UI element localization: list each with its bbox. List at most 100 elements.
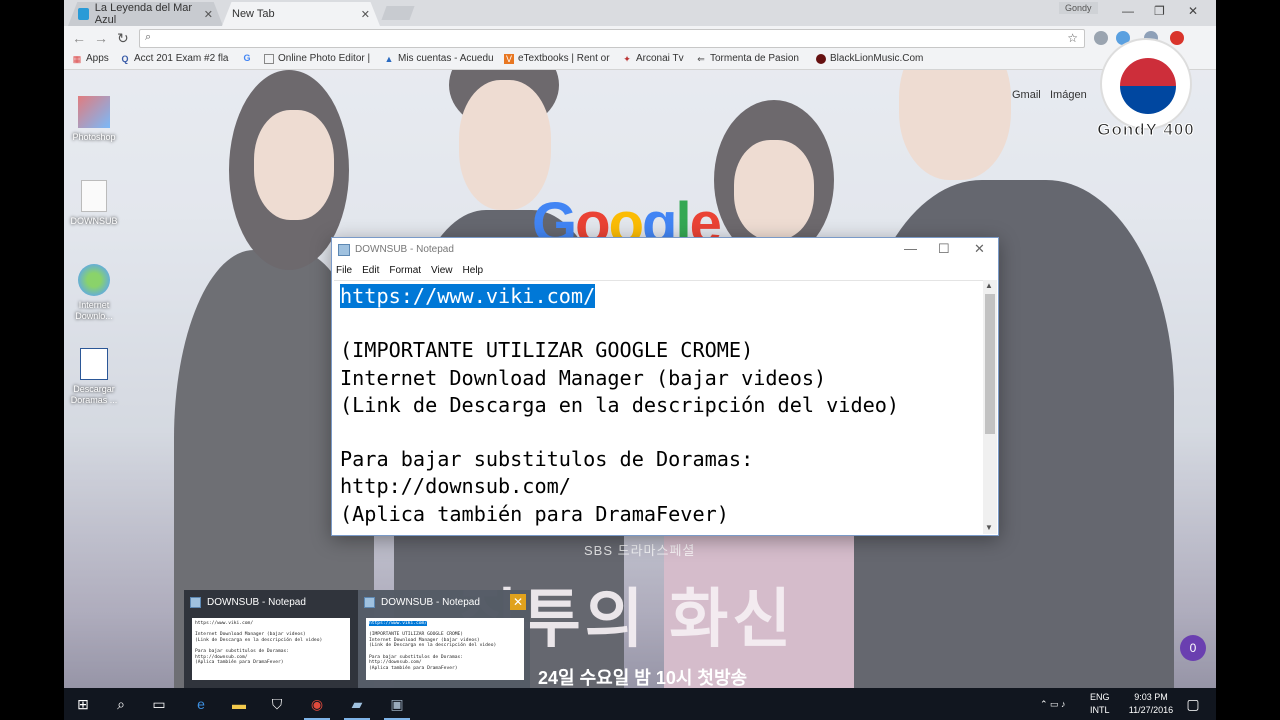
forward-icon[interactable]: → [94,30,108,46]
desktop-icon-downsub[interactable]: DOWNSUB [64,180,124,227]
arrow-icon: ⇐ [697,53,705,64]
bookmark-google[interactable]: G [242,53,256,63]
preview-content: https://www.viki.com/ (IMPORTANTE UTILIZ… [366,618,524,680]
vertical-scrollbar[interactable]: ▲ ▼ [983,280,997,534]
bookmark-star-icon[interactable]: ☆ [1067,31,1078,45]
edge-icon[interactable]: e [182,688,220,720]
input-language[interactable]: ENG INTL [1090,691,1110,717]
notepad-icon [190,596,201,608]
minimize-icon[interactable]: — [1122,4,1134,18]
task-view-icon[interactable]: ▭ [140,688,178,720]
close-icon[interactable]: ✕ [1188,4,1198,18]
notepad-titlebar[interactable]: DOWNSUB - Notepad [332,238,998,261]
tv-icon: ✦ [623,53,631,64]
close-icon[interactable]: ✕ [510,594,526,610]
word-doc-icon [80,348,108,380]
bookmark-etextbooks[interactable]: VeTextbooks | Rent or [504,53,610,64]
notification-badge[interactable]: 0 [1180,635,1206,661]
task-preview-active[interactable]: DOWNSUB - Notepad ✕ https://www.viki.com… [358,590,530,688]
notepad-icon [364,596,375,608]
tab-label: New Tab [232,8,275,20]
desktop-icon-descargar[interactable]: Descargar Doramas ... [64,348,124,406]
scroll-up-icon[interactable]: ▲ [985,281,993,290]
bookmark-tormenta[interactable]: ⇐ Tormenta de Pasion [696,53,799,64]
profile-chip[interactable]: Gondy [1059,2,1098,14]
reload-icon[interactable]: ↻ [117,30,129,47]
start-icon[interactable]: ⊞ [64,688,102,720]
windows-taskbar: ⊞ ⌕ ▭ e ▬ ⛉ ◉ ▰ ▣ ⌃ ▭ ♪ ENG INTL 9:03 PM… [64,688,1216,720]
notepad-text-area[interactable]: https://www.viki.com/ (IMPORTANTE UTILIZ… [334,280,984,534]
selected-text: https://www.viki.com/ [340,284,596,308]
photoshop-icon [78,96,110,128]
new-tab-button[interactable] [381,6,415,20]
quizlet-icon: Q [121,53,129,64]
tray-icons[interactable]: ⌃ ▭ ♪ [1040,688,1066,720]
notepad-icon [338,243,350,256]
chrome-icon[interactable]: ◉ [298,688,336,720]
action-center-icon[interactable]: ▢ [1174,688,1212,720]
app-taskbar-icon[interactable]: ▣ [378,688,416,720]
tab-strip: La Leyenda del Mar Azul ✕ New Tab ✕ Gond… [64,0,1216,26]
maximize-icon[interactable]: ☐ [938,241,950,257]
screen: La Leyenda del Mar Azul ✕ New Tab ✕ Gond… [64,0,1216,720]
music-icon [816,53,826,64]
close-icon[interactable]: ✕ [974,241,985,257]
scrollbar-thumb[interactable] [985,294,995,434]
gmail-link[interactable]: Gmail [1012,89,1041,101]
text-line: (Link de Descarga en la descripción del … [340,392,900,417]
bookmarks-bar: ▦ Apps Q Acct 201 Exam #2 fla G Online Pho… [64,50,1216,70]
bookmark-apps[interactable]: ▦ Apps [72,53,109,64]
maximize-icon[interactable]: ❐ [1154,4,1165,18]
bookmark-blacklion[interactable]: BlackLionMusic.Com [816,53,923,64]
taskbar-thumbnail-popup: DOWNSUB - Notepad https://www.viki.com/ … [184,590,530,688]
browser-toolbar: ← → ↻ ⌕ ☆ [64,26,1216,50]
text-line: Internet Download Manager (bajar videos) [340,365,827,390]
bookmark-acct[interactable]: Q Acct 201 Exam #2 fla [120,53,228,64]
file-explorer-icon[interactable]: ▬ [220,688,258,720]
bookmark-acueducto[interactable]: ▲ Mis cuentas - Acuedu [384,53,494,64]
search-icon: ⌕ [145,31,152,43]
bookmark-arconai[interactable]: ✦ Arconai Tv [622,53,683,64]
preview-content: https://www.viki.com/ Internet Download … [192,618,350,680]
text-file-icon [81,180,107,212]
google-icon: G [243,53,251,63]
search-icon[interactable]: ⌕ [102,688,140,720]
notepad-menubar: File Edit Format View Help [332,261,998,279]
channel-watermark: GondY 400 [1084,38,1208,148]
menu-view[interactable]: View [431,265,453,276]
korean-flag-logo [1100,38,1192,130]
poster-airtime: 24일 수요일 밤 10시 첫방송 [538,668,748,688]
close-icon[interactable]: ✕ [361,8,370,21]
text-line: (Aplica también para DramaFever) [340,501,729,526]
apps-icon: ▦ [72,53,82,64]
menu-file[interactable]: File [336,265,352,276]
back-icon[interactable]: ← [72,30,86,46]
notepad-title: DOWNSUB - Notepad [355,244,454,255]
notepad-window[interactable]: DOWNSUB - Notepad — ☐ ✕ File Edit Format… [331,237,999,536]
desktop-icon-photoshop[interactable]: Photoshop [64,96,124,143]
tab-new-tab[interactable]: New Tab ✕ [222,2,380,26]
menu-format[interactable]: Format [389,265,421,276]
idm-icon [78,264,110,296]
menu-help[interactable]: Help [463,265,484,276]
menu-edit[interactable]: Edit [362,265,379,276]
poster-network: SBS 드라마스페셜 [584,543,696,558]
text-line: Para bajar substitulos de Doramas: [340,447,754,472]
task-preview[interactable]: DOWNSUB - Notepad https://www.viki.com/ … [184,590,356,688]
etextbooks-icon: V [504,53,514,64]
tab-label: La Leyenda del Mar Azul [94,2,193,26]
minimize-icon[interactable]: — [904,241,917,256]
store-icon[interactable]: ⛉ [258,688,296,720]
notepad-taskbar-icon[interactable]: ▰ [338,688,376,720]
drop-icon: ▲ [384,53,394,64]
page-icon [264,53,274,64]
bookmark-photo-editor[interactable]: Online Photo Editor | [264,53,370,64]
tab-favicon [78,8,89,20]
tab-leyenda[interactable]: La Leyenda del Mar Azul ✕ [68,2,223,26]
text-line: http://downsub.com/ [340,474,571,499]
close-icon[interactable]: ✕ [204,8,213,21]
scroll-down-icon[interactable]: ▼ [985,523,993,532]
desktop-icon-idm[interactable]: Internet Downlo... [64,264,124,322]
images-link[interactable]: Imágen [1050,89,1087,101]
address-bar[interactable]: ⌕ ☆ [139,29,1085,48]
